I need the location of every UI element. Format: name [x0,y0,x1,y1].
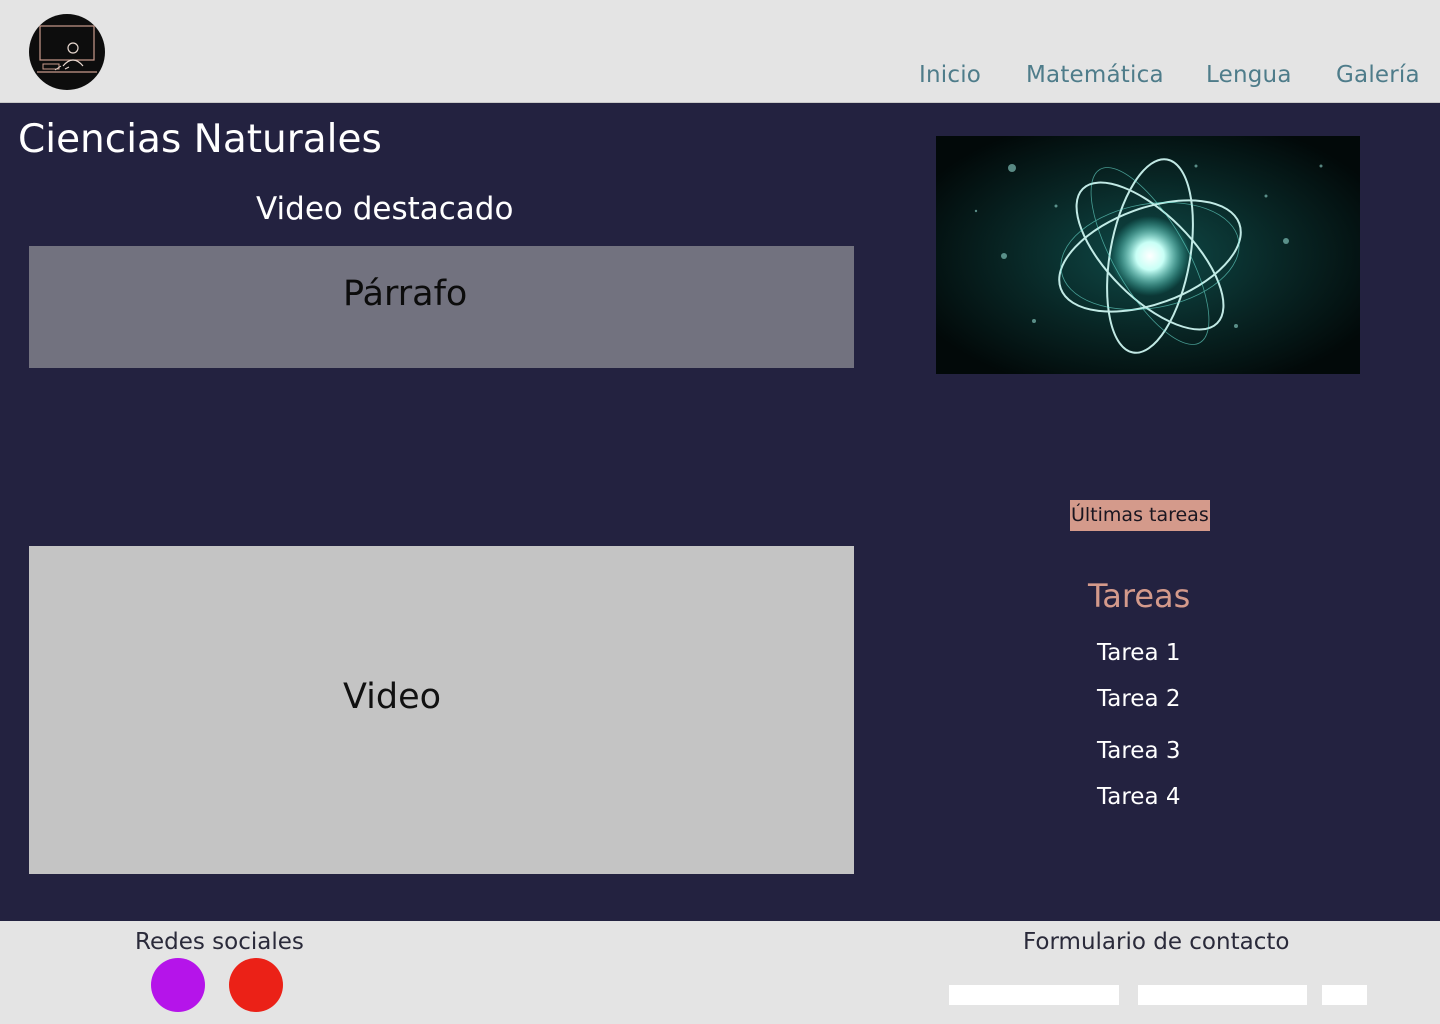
featured-video-title: Video destacado [256,191,514,227]
social-link-purple[interactable] [151,958,205,1012]
task-item-3[interactable]: Tarea 3 [1097,738,1180,764]
paragraph-placeholder: Párrafo [29,246,854,368]
page-title: Ciencias Naturales [18,117,382,162]
social-link-red[interactable] [229,958,283,1012]
main-content: Ciencias Naturales Video destacado Párra… [0,103,1440,921]
teacher-at-chalkboard-icon[interactable] [29,14,105,90]
video-placeholder[interactable]: Video [29,546,854,874]
task-item-4[interactable]: Tarea 4 [1097,784,1180,810]
latest-tasks-badge: Últimas tareas [1070,500,1210,531]
contact-submit-field[interactable] [1322,985,1367,1005]
task-item-2[interactable]: Tarea 2 [1097,686,1180,712]
site-header: Inicio Matemática Lengua Galería [0,0,1440,103]
glowing-atom-image [936,136,1360,374]
contact-form-title: Formulario de contacto [1023,929,1290,955]
nav-link-inicio[interactable]: Inicio [919,62,981,88]
nav-link-galeria[interactable]: Galería [1336,62,1420,88]
contact-field-2[interactable] [1138,985,1307,1005]
nav-link-matematica[interactable]: Matemática [1026,62,1164,88]
video-placeholder-label: Video [343,677,442,717]
site-footer: Redes sociales Formulario de contacto [0,921,1440,1024]
social-title: Redes sociales [135,929,304,955]
paragraph-placeholder-label: Párrafo [343,274,468,314]
tasks-heading: Tareas [1088,577,1191,615]
contact-field-1[interactable] [949,985,1119,1005]
nav-link-lengua[interactable]: Lengua [1206,62,1292,88]
task-item-1[interactable]: Tarea 1 [1097,640,1180,666]
